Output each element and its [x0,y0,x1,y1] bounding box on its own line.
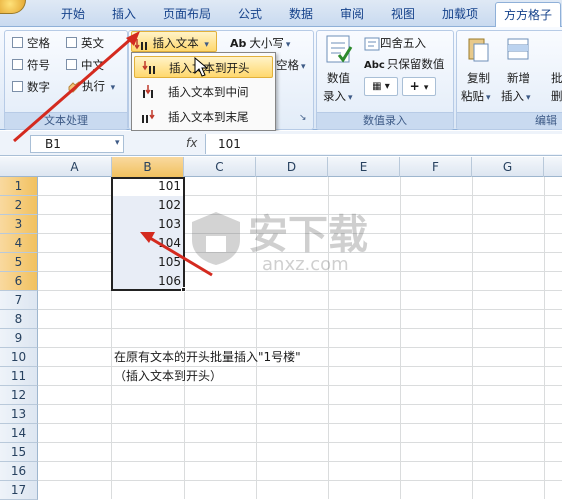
keep-value-icon: Abc [364,60,385,71]
insert-button[interactable]: 插入 [501,88,531,104]
insert-text-label-wrap: 插入文本 [135,35,209,51]
row-header-4[interactable]: 4 [0,234,38,253]
name-box[interactable]: B1 [30,135,124,153]
grid-line [544,177,545,499]
grid-line [38,404,562,405]
tab-insert[interactable]: 插入 [112,5,136,22]
column-header-a[interactable]: A [38,157,112,177]
insert-start-icon [142,61,155,74]
column-header-b[interactable]: B [112,157,184,177]
checkbox-symbol[interactable]: 符号 [12,57,50,73]
execute-button[interactable]: 执行 [66,78,115,94]
grid-line [38,328,562,329]
column-header-e[interactable]: E [328,157,400,177]
tab-view[interactable]: 视图 [391,5,415,22]
column-header-f[interactable]: F [400,157,472,177]
menu-item-insert-middle[interactable]: 插入文本到中间 [134,81,273,103]
checkbox-space[interactable]: 空格 [12,35,50,51]
dialog-launcher-icon[interactable]: ↘ [299,113,307,123]
copy-paste-icon [468,38,489,62]
mouse-cursor-icon [194,57,209,77]
selection-range [111,177,185,291]
round-icon [364,37,380,50]
row-header-1[interactable]: 1 [0,177,38,196]
round-button[interactable]: 四舍五入 [364,35,426,51]
row-header-11[interactable]: 11 [0,367,38,386]
tab-formulas[interactable]: 公式 [238,5,262,22]
fill-handle[interactable] [181,287,186,292]
column-header-d[interactable]: D [256,157,328,177]
group-title: 数值录入 [317,112,453,129]
row-header-16[interactable]: 16 [0,462,38,481]
name-box-dropdown-icon[interactable]: ▾ [115,138,120,148]
group-title: 文本处理 [5,112,127,129]
row-header-7[interactable]: 7 [0,291,38,310]
batch-label[interactable]: 批 [551,70,562,86]
format-dropdown[interactable]: ▦ ▾ [364,77,398,96]
tab-page-layout[interactable]: 页面布局 [163,5,211,22]
row-header-17[interactable]: 17 [0,481,38,500]
new-label[interactable]: 新增 [507,70,530,86]
tab-addins[interactable]: 加载项 [442,5,478,22]
fx-icon[interactable]: fx [186,136,197,150]
grid-line [38,461,562,462]
checkbox-english[interactable]: 英文 [66,35,104,51]
insert-end-icon [142,110,155,123]
tab-review[interactable]: 审阅 [340,5,364,22]
watermark: 安下载 anxz.com [190,200,400,290]
menu-item-insert-end[interactable]: 插入文本到末尾 [134,106,273,128]
row-header-13[interactable]: 13 [0,405,38,424]
numeric-entry-icon [326,35,353,63]
tab-home[interactable]: 开始 [61,5,85,22]
column-header-c[interactable]: C [184,157,256,177]
copy-label[interactable]: 复制 [467,70,490,86]
new-insert-icon [507,38,529,60]
grid-line [38,309,562,310]
keep-value-button[interactable]: Abc 只保留数值 [364,56,444,72]
row-header-3[interactable]: 3 [0,215,38,234]
numeric-value-label[interactable]: 数值 [327,70,350,86]
insert-middle-icon [143,85,153,98]
row-header-10[interactable]: 10 [0,348,38,367]
column-header-g[interactable]: G [472,157,544,177]
case-icon: Ab [230,37,247,50]
checkbox-digit[interactable]: 数字 [12,79,50,95]
numeric-entry-button[interactable]: 录入 [323,88,353,104]
grid-line [472,177,473,499]
plus-dropdown[interactable]: + ▾ [402,77,436,96]
cell-b11-note[interactable]: （插入文本到开头） [114,367,222,386]
grid-line [38,480,562,481]
checkbox-chinese[interactable]: 中文 [66,57,104,73]
watermark-shield-icon [192,212,240,265]
watermark-text: 安下载 [248,212,368,258]
row-header-5[interactable]: 5 [0,253,38,272]
row-header-8[interactable]: 8 [0,310,38,329]
row-header-9[interactable]: 9 [0,329,38,348]
row-header-14[interactable]: 14 [0,424,38,443]
grid-line [38,442,562,443]
row-header-15[interactable]: 15 [0,443,38,462]
case-button[interactable]: Ab 大小写 [230,35,290,51]
row-header-12[interactable]: 12 [0,386,38,405]
paste-button[interactable]: 粘贴 [461,88,491,104]
tab-data[interactable]: 数据 [289,5,313,22]
delete-label[interactable]: 删 [551,88,562,104]
group-title: 编辑 [457,112,562,129]
watermark-sub: anxz.com [262,254,349,275]
insert-text-icon [135,38,147,50]
row-header-2[interactable]: 2 [0,196,38,215]
cell-b10-note[interactable]: 在原有文本的开头批量插入"1号楼" [114,348,301,367]
grid-line [400,177,401,499]
hand-pointer-icon [68,80,81,93]
formula-input[interactable]: 101 [205,134,562,154]
grid-line [38,423,562,424]
partial-space-button[interactable]: 空格 [276,57,306,73]
row-header-6[interactable]: 6 [0,272,38,291]
